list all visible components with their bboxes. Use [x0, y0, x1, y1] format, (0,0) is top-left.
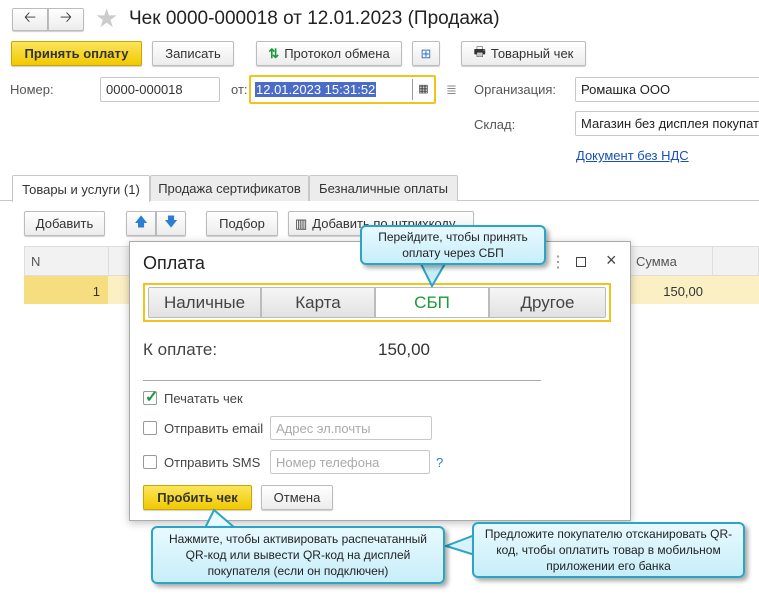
callout-pointer-sbp — [418, 261, 448, 289]
callout-scan: Предложите покупателю отсканировать QR-к… — [472, 522, 745, 578]
callout-pointer-scan — [442, 533, 476, 557]
callout-submit: Нажмите, чтобы активировать распечатанны… — [151, 526, 445, 584]
callout-pointers — [203, 261, 476, 557]
callout-sbp: Перейдите, чтобы принять оплату через СБ… — [360, 225, 546, 265]
